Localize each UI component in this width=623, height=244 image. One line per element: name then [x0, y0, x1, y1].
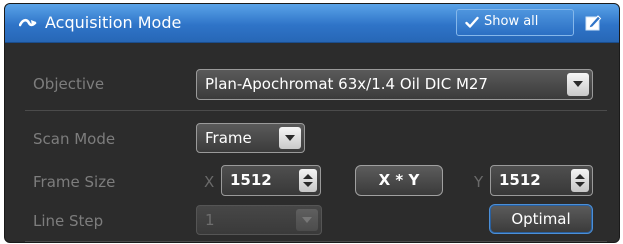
chevron-down-icon[interactable]	[567, 73, 589, 96]
panel-title: Acquisition Mode	[45, 13, 182, 32]
line-step-label: Line Step	[33, 212, 104, 230]
chevron-down-icon[interactable]	[296, 209, 318, 231]
collapse-icon[interactable]	[19, 16, 37, 30]
chevron-down-icon[interactable]	[279, 127, 301, 149]
frame-size-x-value: 1512	[230, 171, 272, 189]
objective-label: Objective	[33, 75, 105, 93]
scan-mode-select[interactable]: Frame	[196, 123, 305, 153]
optimal-button[interactable]: Optimal	[489, 204, 593, 234]
stepper-icon[interactable]	[299, 169, 317, 192]
stepper-icon[interactable]	[571, 169, 589, 192]
edit-button[interactable]	[578, 9, 608, 36]
check-icon	[465, 16, 479, 28]
optimal-label: Optimal	[511, 210, 571, 228]
acquisition-mode-panel: Acquisition Mode Show all Objective Plan…	[4, 3, 620, 243]
panel-header[interactable]: Acquisition Mode Show all	[5, 4, 619, 43]
show-all-label: Show all	[484, 14, 539, 29]
line-step-value: 1	[205, 211, 215, 229]
objective-select[interactable]: Plan-Apochromat 63x/1.4 Oil DIC M27	[196, 69, 593, 100]
divider	[25, 110, 607, 111]
frame-size-y-input[interactable]: 1512	[490, 165, 593, 196]
frame-size-y-label: Y	[474, 173, 484, 191]
frame-size-y-value: 1512	[499, 171, 541, 189]
show-all-button[interactable]: Show all	[456, 9, 574, 36]
frame-size-x-input[interactable]: 1512	[221, 165, 321, 196]
scan-mode-label: Scan Mode	[33, 130, 116, 148]
divider	[25, 241, 607, 242]
scan-mode-value: Frame	[205, 129, 252, 147]
line-step-select[interactable]: 1	[196, 205, 322, 235]
x-times-y-label: X * Y	[378, 171, 420, 189]
frame-size-label: Frame Size	[33, 173, 116, 191]
frame-size-x-label: X	[204, 173, 215, 191]
objective-value: Plan-Apochromat 63x/1.4 Oil DIC M27	[205, 75, 488, 93]
x-times-y-button[interactable]: X * Y	[355, 165, 443, 196]
edit-icon	[585, 15, 602, 31]
